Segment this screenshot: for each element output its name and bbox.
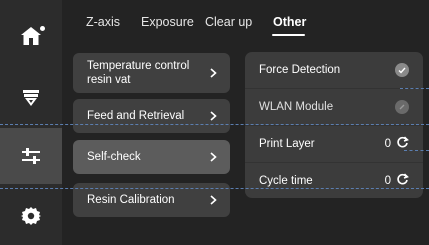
tab-other[interactable]: Other — [273, 15, 306, 29]
force-detection-row: Force Detection — [245, 52, 423, 88]
menu-item-label: Feed and Retrieval — [87, 110, 185, 122]
sidebar-item-settings-tools[interactable] — [0, 128, 62, 184]
printer-icon — [21, 88, 41, 108]
cycle-time-row: Cycle time 0 — [245, 163, 423, 198]
active-tab-indicator — [272, 34, 305, 36]
chevron-right-icon — [206, 152, 220, 162]
menu-item-label: Temperature control resin vat — [87, 60, 190, 86]
row-label: Cycle time — [259, 175, 313, 187]
chevron-right-icon — [206, 111, 220, 121]
tab-clear-up[interactable]: Clear up — [205, 15, 252, 29]
sliders-icon — [20, 146, 42, 166]
self-check-button[interactable]: Self-check — [73, 140, 230, 174]
menu-item-label: Self-check — [87, 151, 141, 163]
wlan-module-row: WLAN Module — [245, 89, 423, 125]
tab-z-axis[interactable]: Z-axis — [86, 15, 120, 29]
gear-icon — [21, 206, 41, 226]
row-label: WLAN Module — [259, 101, 334, 113]
feed-and-retrieval-button[interactable]: Feed and Retrieval — [73, 99, 230, 133]
dashed-guide-line — [404, 150, 429, 151]
sidebar-item-print[interactable] — [0, 70, 62, 126]
row-label: Print Layer — [259, 138, 315, 150]
cycle-time-count: 0 — [384, 175, 391, 187]
row-label: Force Detection — [259, 64, 341, 76]
other-settings-panel: Force Detection WLAN Module Print Layer … — [245, 52, 423, 198]
disabled-toggle-icon[interactable] — [395, 100, 409, 114]
dashed-guide-line — [400, 88, 429, 89]
refresh-icon[interactable] — [396, 173, 409, 189]
menu-item-label: Resin Calibration — [87, 194, 175, 206]
tab-bar: Z-axis Exposure Clear up Other — [0, 0, 429, 40]
check-toggle-icon[interactable] — [395, 63, 409, 77]
chevron-right-icon — [206, 195, 220, 205]
print-layer-row: Print Layer 0 — [245, 126, 423, 162]
chevron-right-icon — [206, 68, 220, 78]
dashed-guide-line — [0, 124, 429, 125]
dashed-guide-line — [0, 188, 429, 189]
tab-exposure[interactable]: Exposure — [141, 15, 194, 29]
sidebar-item-system[interactable] — [0, 188, 62, 244]
temperature-control-button[interactable]: Temperature control resin vat — [73, 53, 230, 93]
print-layer-count: 0 — [384, 138, 391, 150]
